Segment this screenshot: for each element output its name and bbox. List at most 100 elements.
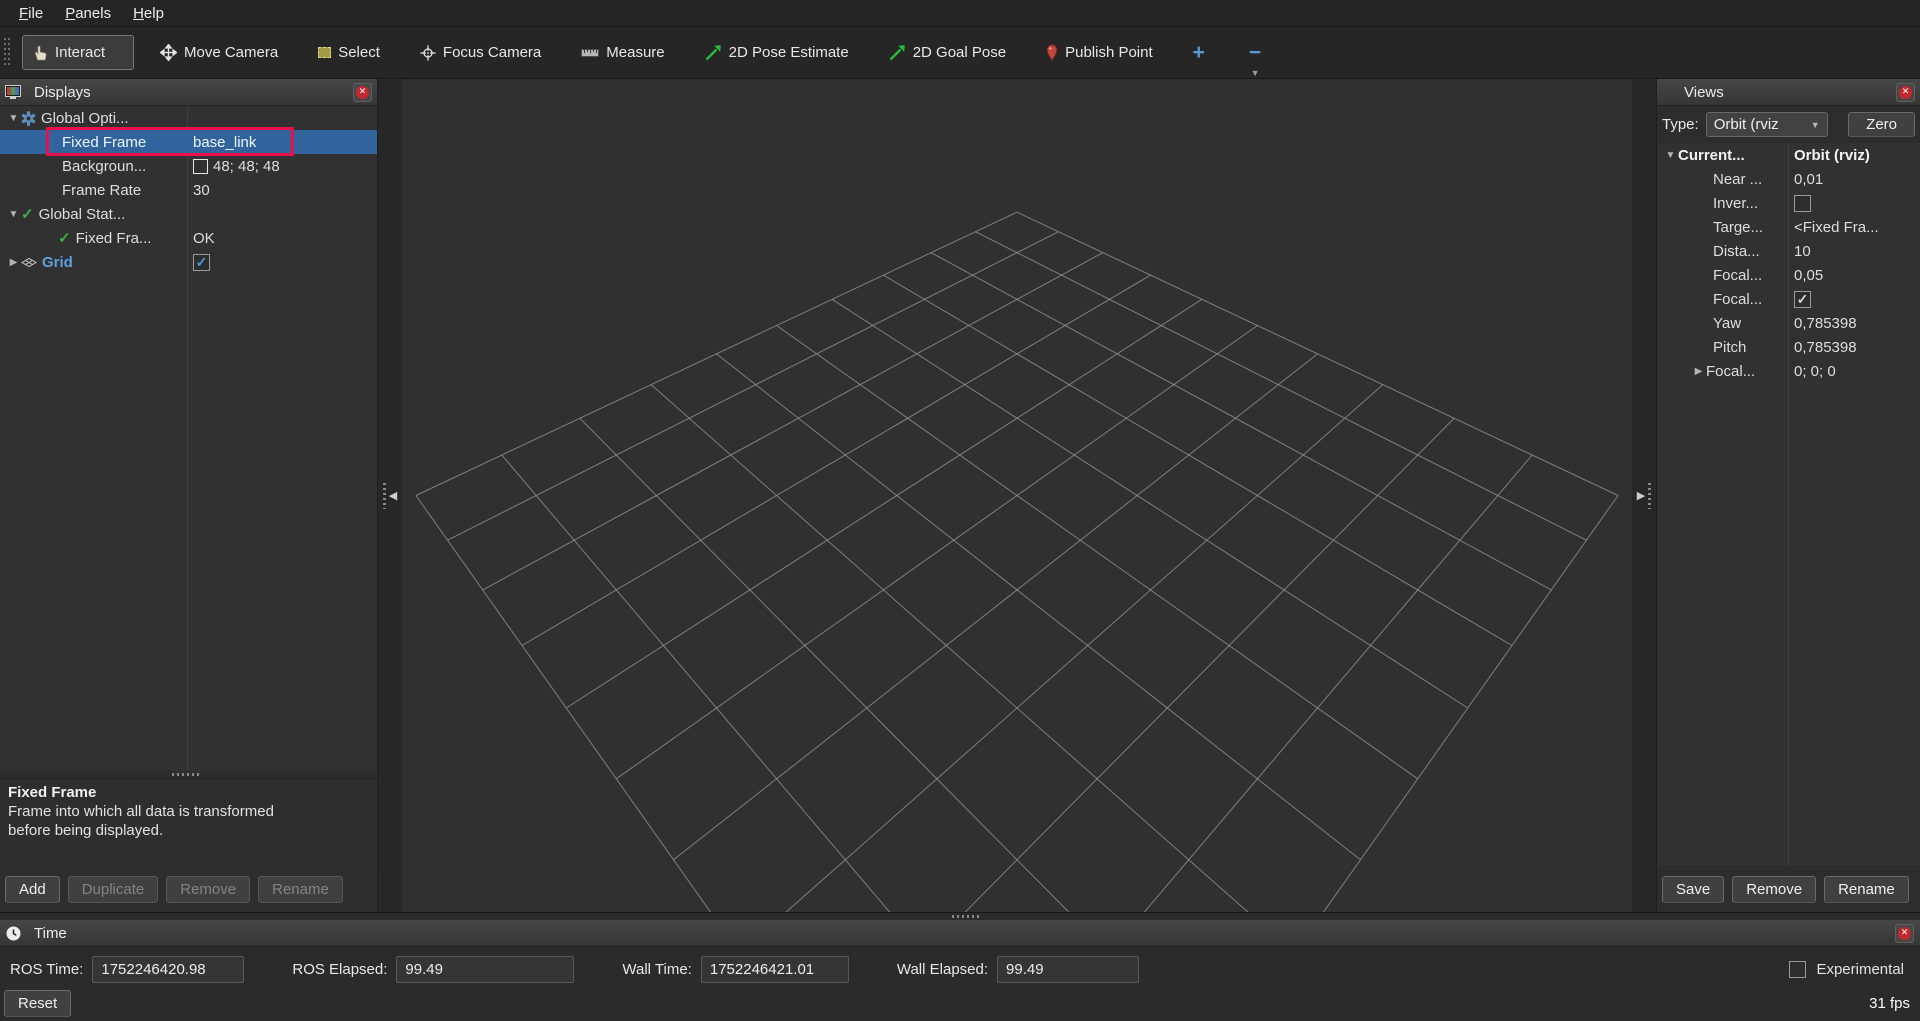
- zero-button[interactable]: Zero: [1848, 112, 1915, 137]
- property-name-cell: Near ...: [1713, 171, 1788, 188]
- field-label: Wall Elapsed:: [897, 961, 988, 978]
- chevron-down-icon[interactable]: ▼: [1251, 68, 1260, 78]
- 3d-viewport[interactable]: [402, 79, 1632, 912]
- collapse-left-icon[interactable]: ◀: [389, 489, 397, 502]
- property-value-cell[interactable]: 10: [1794, 243, 1811, 260]
- tool-pose-estimate-button[interactable]: 2D Pose Estimate: [705, 44, 849, 61]
- displays-panel-header: Displays ✕: [0, 79, 377, 106]
- splitter-handle-dots[interactable]: [1648, 483, 1651, 509]
- field-value[interactable]: 1752246421.01: [701, 956, 849, 983]
- displays-row-frame-rate[interactable]: Frame Rate 30: [0, 178, 377, 202]
- menu-file[interactable]: File: [8, 3, 54, 24]
- property-name: Pitch: [1713, 339, 1746, 356]
- views-row-focal[interactable]: Focal... 0,05: [1657, 263, 1920, 287]
- displays-row-fixed-fra[interactable]: ✓Fixed Fra... OK: [0, 226, 377, 250]
- expander-closed-icon[interactable]: ▶: [6, 257, 21, 268]
- remove-tool-button[interactable]: − ▼: [1249, 43, 1261, 63]
- views-save-button[interactable]: Save: [1662, 876, 1724, 903]
- property-name-cell: Focal...: [1713, 267, 1788, 284]
- displays-row-backgroun[interactable]: Backgroun...48; 48; 48: [0, 154, 377, 178]
- tool-measure-button[interactable]: Measure: [581, 44, 664, 61]
- view-type-dropdown[interactable]: Orbit (rviz ▼: [1706, 112, 1828, 137]
- property-value-cell[interactable]: 0,05: [1794, 267, 1823, 284]
- property-value-cell[interactable]: 0,01: [1794, 171, 1823, 188]
- property-value-cell[interactable]: 48; 48; 48: [193, 158, 280, 175]
- displays-row-global-opti[interactable]: ▼ Global Opti...: [0, 106, 377, 130]
- property-value-cell[interactable]: <Fixed Fra...: [1794, 219, 1879, 236]
- field-label: ROS Time:: [10, 961, 83, 978]
- views-remove-button[interactable]: Remove: [1732, 876, 1816, 903]
- displays-row-grid[interactable]: ▶Grid✓: [0, 250, 377, 274]
- views-row-yaw[interactable]: Yaw0,785398: [1657, 311, 1920, 335]
- property-name: Frame Rate: [62, 182, 141, 199]
- field-value[interactable]: 99.49: [997, 956, 1139, 983]
- tool-interact-button[interactable]: Interact: [22, 35, 134, 70]
- views-tree: ▼Current...Orbit (rviz) Near ... 0,01 Inver…: [1657, 143, 1920, 866]
- property-value-cell[interactable]: [1794, 195, 1811, 212]
- tool-select-button[interactable]: Select: [318, 44, 380, 61]
- left-panel-splitter[interactable]: ◀: [378, 79, 402, 912]
- collapse-right-icon[interactable]: ▶: [1637, 489, 1645, 502]
- property-value-cell[interactable]: 0; 0; 0: [1794, 363, 1836, 380]
- displays-rename-button[interactable]: Rename: [258, 876, 343, 903]
- menu-help[interactable]: Help: [122, 3, 175, 24]
- property-value-cell[interactable]: 0,785398: [1794, 315, 1857, 332]
- time-close-button[interactable]: ✕: [1895, 924, 1914, 943]
- displays-duplicate-button[interactable]: Duplicate: [68, 876, 159, 903]
- property-name-cell: Frame Rate: [62, 182, 187, 199]
- views-row-focal[interactable]: ▶Focal...0; 0; 0: [1657, 359, 1920, 383]
- field-value[interactable]: 1752246420.98: [92, 956, 244, 983]
- toolbar-drag-handle[interactable]: [4, 38, 12, 68]
- property-value-cell[interactable]: ✓: [1794, 291, 1811, 308]
- toolbar: Interact Move Camera Select Focus Camera Mea…: [0, 27, 1920, 79]
- expander-open-icon[interactable]: ▼: [6, 113, 21, 124]
- splitter-handle-dots[interactable]: [383, 483, 386, 509]
- views-rename-button[interactable]: Rename: [1824, 876, 1909, 903]
- tool-label: Select: [338, 44, 380, 61]
- views-row-pitch[interactable]: Pitch 0,785398: [1657, 335, 1920, 359]
- property-value-cell[interactable]: Orbit (rviz): [1794, 147, 1870, 164]
- tool-move-camera-button[interactable]: Move Camera: [160, 44, 278, 61]
- property-name-cell: ✓Fixed Fra...: [58, 229, 187, 247]
- expander-open-icon[interactable]: ▼: [6, 209, 21, 220]
- field-value[interactable]: 99.49: [396, 956, 574, 983]
- property-value: OK: [193, 230, 215, 247]
- property-value-cell[interactable]: 0,785398: [1794, 339, 1857, 356]
- expander-closed-icon[interactable]: ▶: [1691, 366, 1706, 377]
- views-row-dista[interactable]: Dista...10: [1657, 239, 1920, 263]
- views-row-inver[interactable]: Inver...: [1657, 191, 1920, 215]
- tool-publish-point-button[interactable]: Publish Point: [1046, 44, 1153, 61]
- close-icon: ✕: [356, 86, 369, 99]
- reset-button[interactable]: Reset: [4, 990, 71, 1017]
- tool-goal-pose-button[interactable]: 2D Goal Pose: [889, 44, 1006, 61]
- property-name: Global Opti...: [41, 110, 129, 127]
- property-value-cell[interactable]: 30: [193, 182, 210, 199]
- property-value: 0; 0; 0: [1794, 363, 1836, 380]
- tool-focus-camera-button[interactable]: Focus Camera: [420, 44, 541, 61]
- checkbox-checked[interactable]: ✓: [1794, 291, 1811, 308]
- views-row-near[interactable]: Near ... 0,01: [1657, 167, 1920, 191]
- experimental-checkbox[interactable]: [1789, 961, 1806, 978]
- checkbox-checked[interactable]: ✓: [193, 254, 210, 271]
- views-row-current[interactable]: ▼Current...Orbit (rviz): [1657, 143, 1920, 167]
- time-panel-splitter[interactable]: [0, 913, 1920, 920]
- displays-help-splitter[interactable]: [0, 771, 377, 778]
- checkbox-unchecked[interactable]: [1794, 195, 1811, 212]
- views-close-button[interactable]: ✕: [1896, 83, 1915, 102]
- displays-row-fixed-frame[interactable]: Fixed Framebase_link: [0, 130, 377, 154]
- displays-row-global-stat[interactable]: ▼✓Global Stat...: [0, 202, 377, 226]
- right-panel-splitter[interactable]: ▶: [1632, 79, 1656, 912]
- add-tool-button[interactable]: +: [1193, 43, 1205, 63]
- expander-open-icon[interactable]: ▼: [1663, 150, 1678, 161]
- property-value-cell[interactable]: base_link: [193, 134, 256, 151]
- menu-panels[interactable]: Panels: [54, 3, 122, 24]
- displays-remove-button[interactable]: Remove: [166, 876, 250, 903]
- displays-add-button[interactable]: Add: [5, 876, 60, 903]
- property-value-cell[interactable]: OK: [193, 230, 215, 247]
- property-name: Near ...: [1713, 171, 1762, 188]
- displays-close-button[interactable]: ✕: [353, 83, 372, 102]
- views-row-targe[interactable]: Targe...<Fixed Fra...: [1657, 215, 1920, 239]
- property-value: base_link: [193, 134, 256, 151]
- property-value-cell[interactable]: ✓: [193, 254, 210, 271]
- views-row-focal[interactable]: Focal...✓: [1657, 287, 1920, 311]
